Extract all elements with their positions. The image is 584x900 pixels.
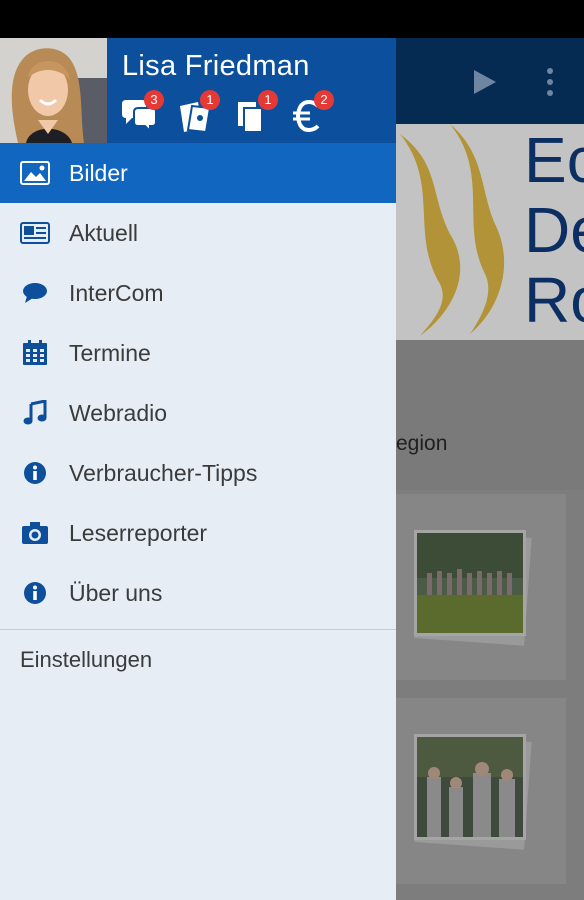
menu-item-label: Leserreporter xyxy=(69,520,208,546)
gallery-card[interactable] xyxy=(396,494,566,680)
messages-button[interactable]: 3 xyxy=(120,90,164,134)
drawer-menu: Bilder Aktuell InterCom Termine Webradio… xyxy=(0,143,396,690)
menu-item-label: Termine xyxy=(69,340,151,366)
chat-bubble-icon xyxy=(20,280,50,306)
menu-item-label: Aktuell xyxy=(69,220,139,246)
flame-logo xyxy=(400,124,505,336)
menu-item-termine[interactable]: Termine xyxy=(0,323,396,383)
euro-button[interactable]: 2 xyxy=(290,90,334,134)
calendar-icon xyxy=(20,340,50,366)
photo-stack xyxy=(414,734,532,850)
newspaper-icon xyxy=(20,220,50,246)
menu-item-leserreporter[interactable]: Leserreporter xyxy=(0,503,396,563)
documents-button[interactable]: 1 xyxy=(234,90,278,134)
status-bar xyxy=(0,0,584,38)
camera-icon xyxy=(20,520,50,546)
banner-line: Ec xyxy=(524,124,584,196)
menu-item-aktuell[interactable]: Aktuell xyxy=(0,203,396,263)
menu-item-label: Bilder xyxy=(69,160,128,186)
menu-item-bilder[interactable]: Bilder xyxy=(0,143,396,203)
photo-stack xyxy=(414,530,532,646)
banner-line: Ro xyxy=(524,264,584,336)
menu-item-label: Webradio xyxy=(69,400,168,426)
gallery-card[interactable] xyxy=(396,698,566,884)
banner-text: Ec De Ro xyxy=(524,124,584,340)
overflow-menu-icon[interactable] xyxy=(540,66,560,98)
group-photo-image xyxy=(417,533,523,633)
banner-line: De xyxy=(524,194,584,266)
people-photo-image xyxy=(417,737,523,837)
photo-thumbnail xyxy=(414,734,526,840)
music-note-icon xyxy=(20,400,50,426)
image-icon xyxy=(20,160,50,186)
photo-thumbnail xyxy=(414,530,526,636)
avatar[interactable] xyxy=(0,38,107,143)
menu-item-intercom[interactable]: InterCom xyxy=(0,263,396,323)
menu-item-ueber-uns[interactable]: Über uns xyxy=(0,563,396,623)
euro-badge: 2 xyxy=(314,90,334,110)
menu-item-verbraucher-tipps[interactable]: Verbraucher-Tipps xyxy=(0,443,396,503)
play-icon[interactable] xyxy=(468,68,498,96)
drawer-header: Lisa Friedman 3 1 1 2 xyxy=(0,38,396,143)
menu-item-label: InterCom xyxy=(69,280,164,306)
documents-badge: 1 xyxy=(258,90,278,110)
menu-item-webradio[interactable]: Webradio xyxy=(0,383,396,443)
navigation-drawer: Lisa Friedman 3 1 1 2 Bilder Aktuell Int… xyxy=(0,38,396,900)
settings-item[interactable]: Einstellungen xyxy=(0,630,396,690)
tickets-badge: 1 xyxy=(200,90,220,110)
info-icon xyxy=(20,460,50,486)
menu-item-label: Verbraucher-Tipps xyxy=(69,460,258,486)
settings-label: Einstellungen xyxy=(20,647,153,672)
tickets-button[interactable]: 1 xyxy=(176,90,220,134)
info-icon xyxy=(20,580,50,606)
menu-item-label: Über uns xyxy=(69,580,163,606)
messages-badge: 3 xyxy=(144,90,164,110)
user-name: Lisa Friedman xyxy=(122,50,310,82)
user-photo xyxy=(0,38,107,143)
region-label: egion xyxy=(396,432,448,455)
